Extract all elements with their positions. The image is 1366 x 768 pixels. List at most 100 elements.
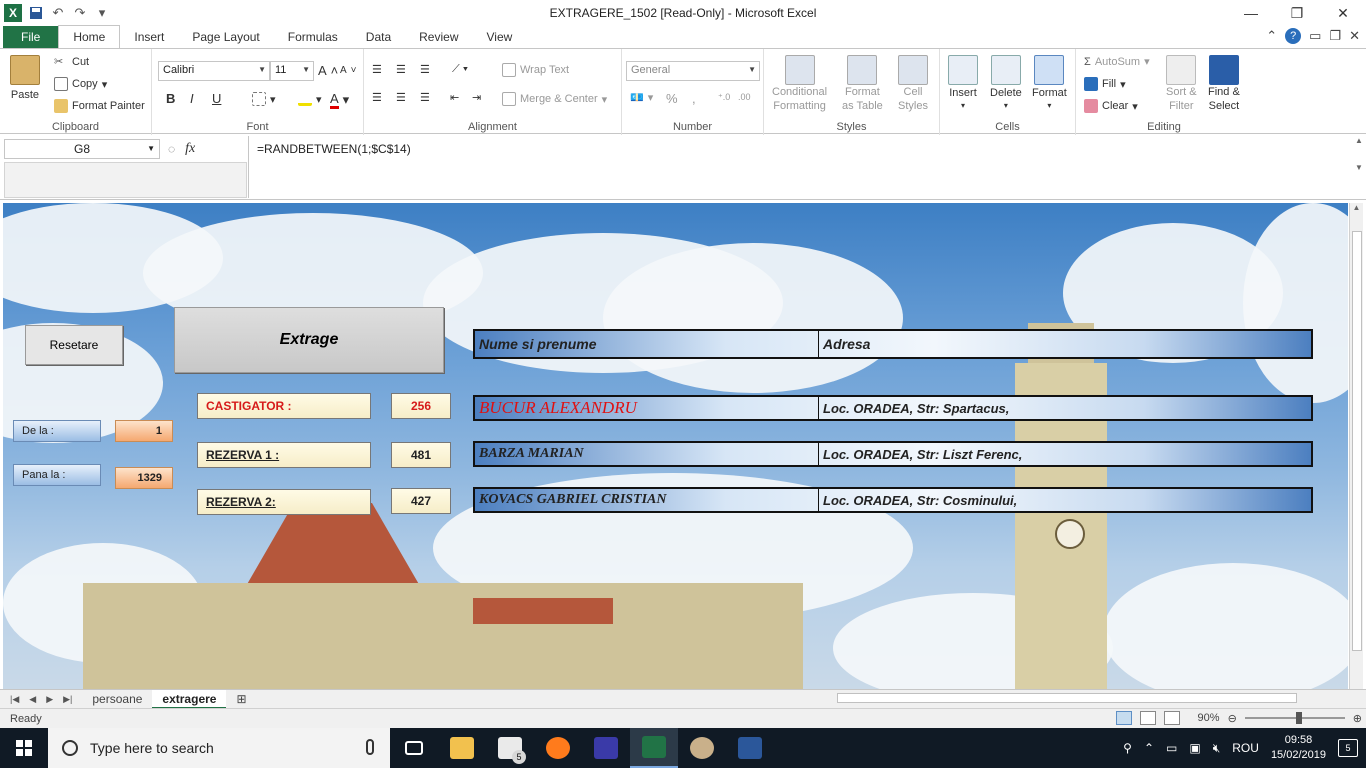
autosum-button[interactable]: Σ AutoSum ▾: [1084, 55, 1150, 69]
microphone-icon[interactable]: [366, 739, 374, 755]
copy-button[interactable]: Copy ▾: [54, 77, 107, 91]
underline-button[interactable]: U: [212, 91, 221, 106]
align-top-icon[interactable]: ☰: [372, 63, 382, 76]
last-sheet-icon[interactable]: ▶|: [63, 694, 72, 705]
zoom-in-icon[interactable]: ⊕: [1353, 712, 1362, 725]
sheet-tab-extragere[interactable]: extragere: [152, 689, 227, 709]
prev-sheet-icon[interactable]: ◀: [29, 694, 36, 705]
vertical-scroll-thumb[interactable]: [1352, 231, 1362, 651]
paste-button[interactable]: Paste: [10, 55, 40, 101]
horizontal-scroll-thumb[interactable]: [837, 693, 1297, 703]
decrease-decimal-icon[interactable]: .00: [738, 92, 751, 102]
extract-button[interactable]: Extrage: [174, 307, 444, 373]
word-taskbar-icon[interactable]: [726, 728, 774, 768]
font-name-dropdown[interactable]: Calibri ▼: [158, 61, 270, 81]
italic-button[interactable]: I: [190, 91, 194, 106]
align-bottom-icon[interactable]: ☰: [420, 63, 430, 76]
network-icon[interactable]: ▣: [1189, 741, 1200, 755]
merge-center-button[interactable]: Merge & Center ▾: [502, 92, 607, 106]
cut-button[interactable]: ✂ Cut: [54, 55, 89, 69]
wrap-text-button[interactable]: Wrap Text: [502, 63, 569, 77]
save-app-icon[interactable]: [582, 728, 630, 768]
minimize-button[interactable]: —: [1228, 0, 1274, 26]
name-box[interactable]: G8 ▼: [4, 139, 160, 159]
shrink-font-button[interactable]: A ˅: [340, 65, 357, 76]
redo-icon[interactable]: ↷: [72, 5, 88, 21]
collapse-ribbon-icon[interactable]: ⌃: [1266, 28, 1277, 44]
zoom-slider[interactable]: [1244, 712, 1345, 724]
bold-button[interactable]: B: [166, 91, 175, 106]
workbook-minimize-icon[interactable]: ▭: [1309, 28, 1321, 44]
format-as-table-button[interactable]: Format as Table: [842, 55, 883, 113]
save-icon[interactable]: [28, 5, 44, 21]
firefox-icon[interactable]: [534, 728, 582, 768]
font-size-dropdown[interactable]: 11 ▼: [270, 61, 314, 81]
sheet-tab-persoane[interactable]: persoane: [82, 690, 152, 709]
zoom-knob[interactable]: [1296, 712, 1303, 724]
undo-icon[interactable]: ↶: [50, 5, 66, 21]
percent-button[interactable]: %: [666, 91, 678, 106]
new-sheet-icon[interactable]: ⊞: [226, 690, 256, 709]
currency-button[interactable]: 💶 ▾: [630, 91, 653, 104]
zoom-level[interactable]: 90%: [1198, 712, 1220, 724]
help-icon[interactable]: ?: [1285, 28, 1302, 44]
workbook-close-icon[interactable]: ✕: [1349, 28, 1360, 44]
fill-button[interactable]: Fill ▾: [1084, 77, 1126, 91]
find-select-button[interactable]: Find & Select: [1208, 55, 1240, 113]
tab-home[interactable]: Home: [58, 25, 121, 48]
normal-view-icon[interactable]: [1115, 711, 1132, 725]
fx-icon[interactable]: fx: [185, 141, 195, 157]
grow-font-button[interactable]: A ˄: [318, 63, 338, 78]
increase-decimal-icon[interactable]: ⁺.0: [718, 92, 730, 103]
align-center-icon[interactable]: ☰: [396, 91, 406, 104]
mail-icon[interactable]: 5: [486, 728, 534, 768]
people-icon[interactable]: ⚲: [1123, 741, 1132, 755]
cell-styles-button[interactable]: Cell Styles: [898, 55, 928, 113]
file-explorer-icon[interactable]: [438, 728, 486, 768]
workbook-restore-icon[interactable]: ❐: [1329, 28, 1341, 44]
comma-button[interactable]: ,: [692, 91, 696, 106]
tab-insert[interactable]: Insert: [120, 26, 178, 48]
format-painter-button[interactable]: Format Painter: [54, 99, 145, 113]
tab-data[interactable]: Data: [352, 26, 405, 48]
worksheet-area[interactable]: Resetare Extrage De la : 1 Pana la : 132…: [3, 203, 1348, 689]
delete-cells-button[interactable]: Delete ▾: [990, 55, 1022, 110]
excel-taskbar-icon[interactable]: [630, 728, 678, 768]
tab-page-layout[interactable]: Page Layout: [178, 26, 273, 48]
close-button[interactable]: ✕: [1320, 0, 1366, 26]
align-right-icon[interactable]: ☰: [420, 91, 430, 104]
page-break-view-icon[interactable]: [1163, 711, 1180, 725]
clear-button[interactable]: Clear ▾: [1084, 99, 1138, 113]
align-left-icon[interactable]: ☰: [372, 91, 382, 104]
reset-button[interactable]: Resetare: [25, 325, 123, 365]
first-sheet-icon[interactable]: |◀: [10, 694, 19, 705]
windows-start-icon[interactable]: [0, 728, 48, 768]
font-color-button[interactable]: A ▾: [330, 91, 349, 109]
orientation-icon[interactable]: ⟋ ▾: [452, 63, 468, 76]
show-hidden-icons[interactable]: ⌃: [1144, 741, 1154, 755]
zoom-out-icon[interactable]: ⊖: [1228, 712, 1237, 725]
fill-color-button[interactable]: ▾: [298, 92, 322, 106]
conditional-formatting-button[interactable]: Conditional Formatting: [772, 55, 827, 113]
tab-formulas[interactable]: Formulas: [274, 26, 352, 48]
expand-handle-icon[interactable]: ◌: [168, 142, 175, 156]
increase-indent-icon[interactable]: ⇥: [472, 91, 481, 104]
sort-filter-button[interactable]: Sort & Filter: [1166, 55, 1197, 113]
taskbar-clock[interactable]: 09:58 15/02/2019: [1271, 733, 1326, 763]
language-indicator[interactable]: ROU: [1232, 741, 1259, 755]
formula-bar-scroll[interactable]: ▲ ▼: [1352, 136, 1366, 198]
taskbar-search-box[interactable]: Type here to search: [48, 728, 390, 768]
format-cells-button[interactable]: Format ▾: [1032, 55, 1067, 110]
battery-icon[interactable]: ▭: [1166, 741, 1177, 755]
notifications-icon[interactable]: 5: [1338, 739, 1358, 757]
tab-review[interactable]: Review: [405, 26, 472, 48]
tab-file[interactable]: File: [3, 26, 59, 48]
tab-view[interactable]: View: [473, 26, 527, 48]
align-middle-icon[interactable]: ☰: [396, 63, 406, 76]
volume-icon[interactable]: 🔇︎: [1213, 741, 1221, 756]
page-layout-view-icon[interactable]: [1139, 711, 1156, 725]
decrease-indent-icon[interactable]: ⇤: [450, 91, 459, 104]
character-app-icon[interactable]: [678, 728, 726, 768]
number-format-dropdown[interactable]: General ▼: [626, 61, 760, 81]
insert-cells-button[interactable]: Insert ▾: [948, 55, 978, 110]
